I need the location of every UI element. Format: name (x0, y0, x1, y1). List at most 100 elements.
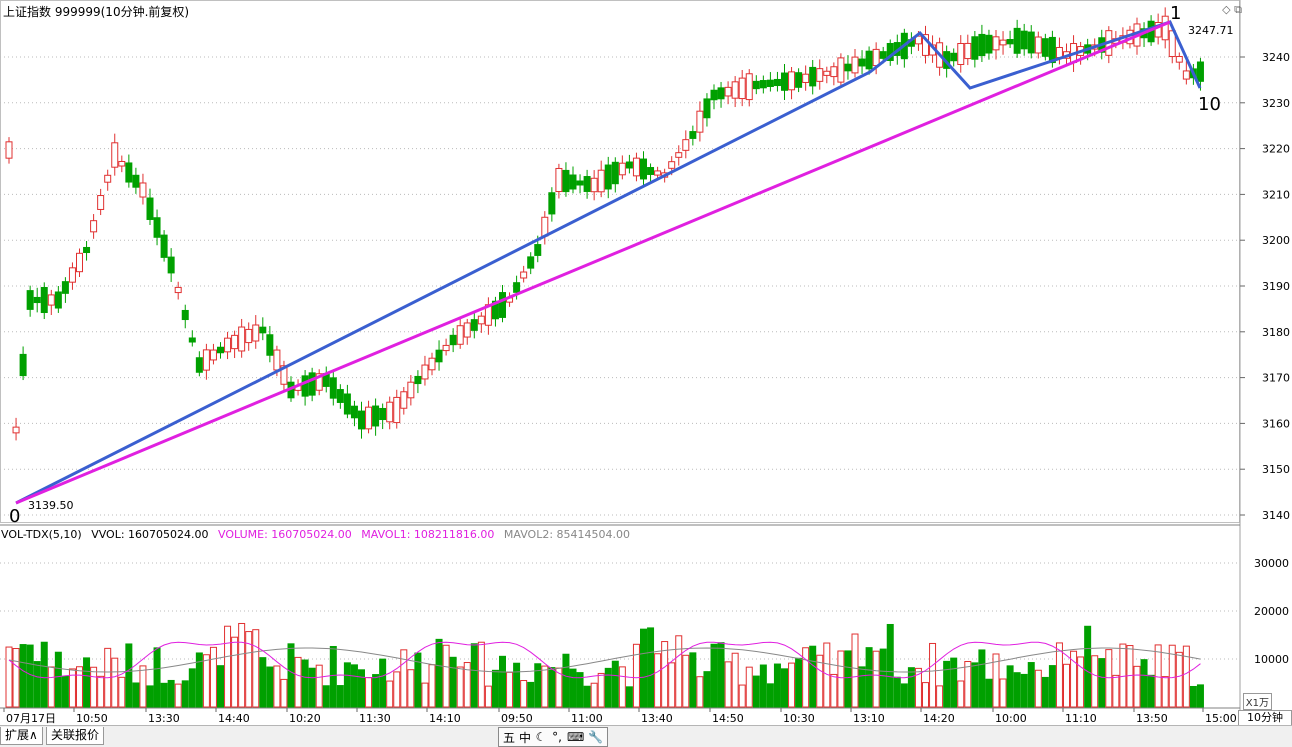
candle-body (33, 296, 41, 304)
volume-bar (1048, 665, 1056, 708)
time-axis-label: 13:40 (641, 712, 673, 725)
kline-chart[interactable]: 0 1 10 3139.50 3247.71 3240 3230 3220 3210 3200 3… (0, 0, 1292, 746)
candle-body (992, 36, 1000, 51)
ime-toolbar[interactable]: 五 中 ☾ °, ⌨ 🔧 (498, 727, 609, 747)
candle-body (802, 73, 810, 83)
volume-bar (1189, 685, 1197, 708)
volume-bar (604, 667, 612, 708)
volume-bar (160, 682, 168, 708)
candle-body (54, 291, 62, 309)
volume-bar (1020, 673, 1028, 708)
volume-bar (731, 652, 739, 708)
moon-icon[interactable]: ☾ (535, 730, 547, 744)
volume-bar (139, 665, 147, 708)
volume-bar (280, 678, 288, 708)
volume-bar (372, 674, 380, 708)
candle-body (809, 66, 817, 87)
volume-bar (1126, 645, 1134, 708)
vvol-value: VVOL: 160705024.00 (91, 528, 209, 541)
candle-body (414, 375, 422, 385)
volume-bar (33, 661, 41, 708)
volume-bar (456, 666, 464, 708)
candle-body (393, 396, 401, 424)
candle-body (978, 33, 986, 57)
volume-bar (978, 649, 986, 708)
candle-body (618, 162, 626, 176)
volume-bar (167, 679, 175, 708)
period-selector[interactable]: 10分钟 (1238, 710, 1292, 726)
price-axis-label: 3200 (1262, 234, 1290, 247)
wrench-icon[interactable]: 🔧 (588, 730, 603, 744)
volume-bar (922, 682, 929, 708)
candle-body (47, 294, 55, 306)
volume-bar (181, 680, 189, 708)
volume-bar (886, 623, 894, 708)
candle-body (964, 42, 972, 60)
wubi-icon[interactable]: 五 (503, 729, 515, 746)
volume-bar (266, 666, 274, 708)
volume-bar (336, 685, 344, 708)
punctuation-icon[interactable]: °, (551, 730, 563, 744)
volume-bar (809, 645, 817, 708)
candle-body (879, 51, 887, 59)
price-axis-label: 3170 (1262, 372, 1290, 385)
volume-layer (5, 622, 1204, 708)
volume-bar (541, 665, 549, 708)
volume-bar (738, 684, 746, 708)
candle-body (40, 286, 48, 314)
volume-bar (675, 635, 683, 708)
restore-window-icon[interactable]: ⧉ (1234, 3, 1242, 16)
wave-line-magenta (15, 20, 1171, 505)
candle-body (118, 160, 126, 167)
time-axis-label: 14:10 (429, 712, 461, 725)
volume-axis-label: 30000 (1254, 557, 1289, 570)
candle-body (358, 410, 365, 430)
candle-body (604, 164, 612, 190)
time-axis-label: 11:30 (359, 712, 391, 725)
candle-body (844, 63, 852, 72)
candle-body (717, 87, 725, 100)
volume-bar (470, 643, 478, 708)
volume-bar (294, 656, 302, 708)
chinese-mode-icon[interactable]: 中 (519, 729, 531, 746)
candle-body (1027, 31, 1035, 54)
candle-body (350, 405, 358, 419)
candle-body (421, 364, 429, 380)
candle-body (301, 375, 309, 397)
related-quotes-tab[interactable]: 关联报价 (46, 727, 105, 745)
volume-bar (1105, 649, 1113, 708)
candle-body (527, 256, 535, 269)
keyboard-icon[interactable]: ⌨ (567, 730, 584, 744)
volume-bar (393, 671, 401, 708)
volume-bar (562, 653, 570, 708)
candle-body (231, 334, 239, 350)
volume-bar (421, 682, 429, 708)
volume-bar (893, 676, 901, 708)
volume-bar (111, 657, 119, 708)
diamond-icon[interactable]: ◇ (1222, 3, 1230, 16)
expand-tab[interactable]: 扩展∧ (0, 727, 43, 745)
volume-bar (26, 644, 34, 708)
mavol1-value: MAVOL1: 108211816.00 (361, 528, 495, 541)
volume-bar (583, 685, 591, 708)
candle-body (597, 169, 605, 193)
candle-body (781, 72, 788, 91)
volume-bar (837, 650, 845, 708)
wave-label-0: 0 (9, 506, 20, 527)
volume-bar (76, 666, 83, 708)
price-axis-label: 3210 (1262, 188, 1290, 201)
candle-body (611, 161, 619, 185)
time-axis-label: 14:40 (218, 712, 250, 725)
volume-bar (407, 669, 415, 708)
volume-bar (1027, 662, 1035, 708)
volume-bar (781, 668, 788, 708)
volume-bar (682, 654, 690, 708)
candle-body (26, 290, 34, 310)
candle-body (788, 71, 796, 91)
volume-bar (442, 644, 450, 708)
volume-bar (19, 644, 27, 708)
candle-body (569, 174, 577, 190)
candle-body (1034, 36, 1042, 54)
corner-icons[interactable]: ◇ ⧉ (1222, 3, 1242, 17)
volume-bar (1182, 645, 1190, 708)
